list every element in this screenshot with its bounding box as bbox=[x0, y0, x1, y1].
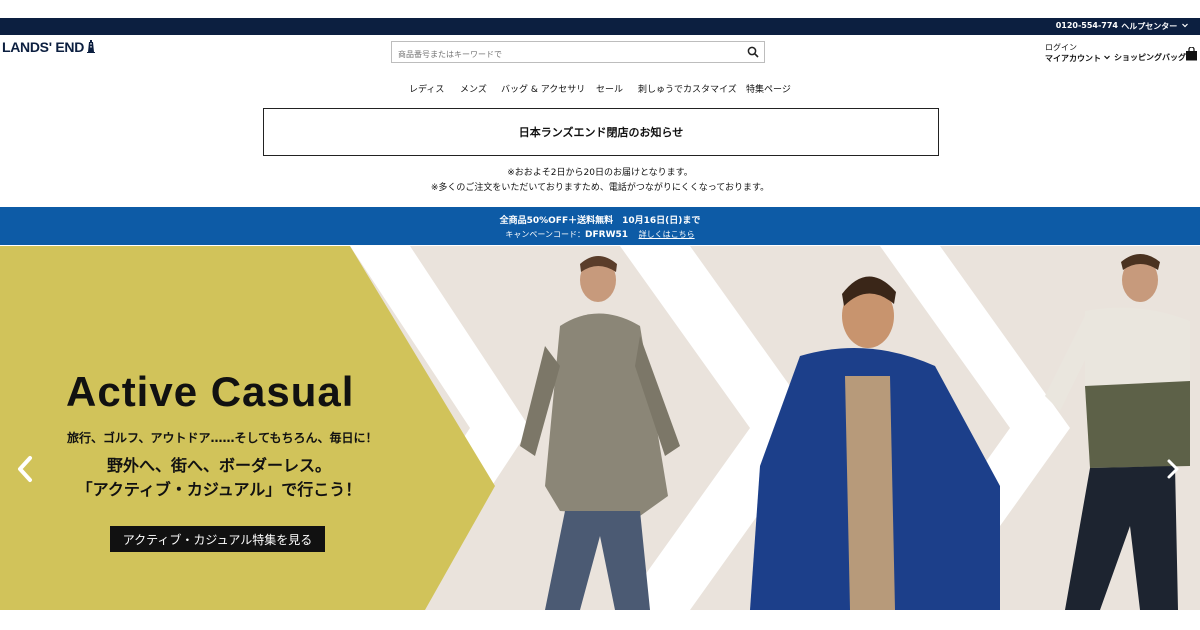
promo-code: DFRW51 bbox=[585, 230, 629, 240]
hero-subtitle-1: 旅行、ゴルフ、アウトドア……そしてもちろん、毎日に！ bbox=[67, 431, 378, 445]
lighthouse-icon bbox=[87, 40, 95, 53]
my-account-menu[interactable]: マイアカウント bbox=[1045, 53, 1110, 64]
hero-carousel[interactable]: Active Casual 旅行、ゴルフ、アウトドア……そしてもちろん、毎日に！… bbox=[0, 246, 1200, 610]
page-bottom bbox=[0, 610, 1200, 630]
nav-mens[interactable]: メンズ bbox=[460, 82, 487, 95]
my-account-label: マイアカウント bbox=[1045, 54, 1101, 63]
search-icon[interactable] bbox=[747, 46, 759, 58]
chevron-down-icon bbox=[1103, 55, 1110, 60]
notice-line-2: ※多くのご注文をいただいておりますため、電話がつながりにくくなっております。 bbox=[430, 183, 770, 193]
promo-details-link[interactable]: 詳しくはこちら bbox=[639, 230, 695, 239]
utility-bar: 0120-554-774 ヘルプセンター bbox=[0, 18, 1200, 35]
account-menu[interactable]: ログイン マイアカウント bbox=[1045, 42, 1110, 64]
chevron-down-icon bbox=[1182, 23, 1188, 28]
search-bar bbox=[391, 41, 765, 65]
promo-banner: 全商品50%OFF＋送料無料 10月16日(日)まで キャンペーンコード：DFR… bbox=[0, 207, 1200, 245]
carousel-next-icon[interactable] bbox=[1165, 458, 1181, 480]
promo-code-label: キャンペーンコード： bbox=[505, 230, 586, 239]
closing-notice-banner[interactable]: 日本ランズエンド閉店のお知らせ bbox=[263, 108, 939, 156]
hero-artwork bbox=[0, 246, 1200, 610]
notice-text: ※おおよそ2日から20日のお届けとなります。 ※多くのご注文をいただいております… bbox=[0, 166, 1200, 196]
help-center-label: ヘルプセンター bbox=[1121, 22, 1178, 31]
logo-text: LANDS' END bbox=[2, 39, 84, 55]
help-center-menu[interactable]: ヘルプセンター bbox=[1121, 21, 1188, 32]
nav-ladies[interactable]: レディス bbox=[409, 82, 444, 95]
nav-embroidery[interactable]: 刺しゅうでカスタマイズ bbox=[638, 82, 737, 95]
hero-subtitle-2-line-1: 野外へ、街へ、ボーダーレス。 bbox=[106, 456, 331, 475]
site-header: LANDS' END ログイン マイアカウント ショッピングバッグ bbox=[0, 35, 1200, 75]
hero-title: Active Casual bbox=[66, 368, 355, 415]
nav-sale[interactable]: セール bbox=[596, 82, 623, 95]
shopping-bag-icon[interactable] bbox=[1185, 47, 1198, 61]
hero-subtitle-2-line-2: 「アクティブ・カジュアル」で行こう！ bbox=[76, 480, 362, 499]
phone-number[interactable]: 0120-554-774 bbox=[1056, 21, 1118, 30]
promo-code-line: キャンペーンコード：DFRW51 詳しくはこちら bbox=[0, 229, 1200, 240]
notice-line-1: ※おおよそ2日から20日のお届けとなります。 bbox=[507, 168, 693, 178]
main-nav: レディス メンズ バッグ & アクセサリ セール 刺しゅうでカスタマイズ 特集ペ… bbox=[0, 79, 1200, 97]
lands-end-logo[interactable]: LANDS' END bbox=[2, 39, 96, 55]
carousel-prev-icon[interactable] bbox=[14, 454, 36, 484]
promo-headline: 全商品50%OFF＋送料無料 10月16日(日)まで bbox=[499, 216, 701, 226]
closing-notice-title: 日本ランズエンド閉店のお知らせ bbox=[518, 126, 684, 139]
shopping-bag-link[interactable]: ショッピングバッグ bbox=[1114, 52, 1186, 63]
login-link[interactable]: ログイン bbox=[1045, 42, 1110, 53]
top-margin bbox=[0, 0, 1200, 18]
search-input[interactable] bbox=[392, 44, 732, 65]
nav-features[interactable]: 特集ページ bbox=[746, 82, 791, 95]
hero-subtitle-2: 野外へ、街へ、ボーダーレス。 「アクティブ・カジュアル」で行こう！ bbox=[0, 454, 438, 502]
nav-bags-accessories[interactable]: バッグ & アクセサリ bbox=[501, 82, 585, 95]
hero-cta-button[interactable]: アクティブ・カジュアル特集を見る bbox=[110, 526, 325, 552]
